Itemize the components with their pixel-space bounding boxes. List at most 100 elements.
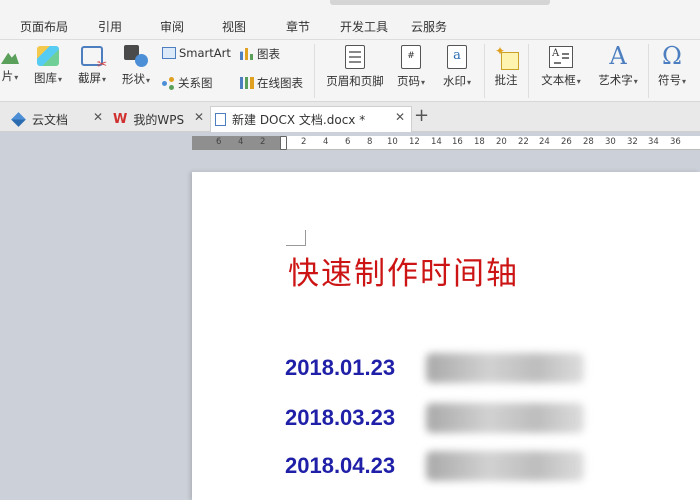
ruler-tick: 26 [561, 137, 572, 147]
ruler-tick: 22 [518, 137, 529, 147]
tab-cloud-docs[interactable]: 云文档 [11, 106, 69, 132]
wps-writer-window: 页面布局 引用 审阅 视图 章节 开发工具 云服务 片▾ 图库▾ 截屏▾ 形状▾… [0, 0, 700, 500]
blurred-entry-text [426, 353, 584, 383]
ruler-tick: 8 [367, 137, 373, 147]
timeline-entry: 2018.01.23 [285, 355, 395, 381]
ruler-tick: 30 [605, 137, 616, 147]
wordart-button[interactable]: A 艺术字▾ [592, 44, 644, 88]
ruler-tick: 6 [216, 137, 222, 147]
shape-icon [124, 45, 148, 67]
textbox-button[interactable]: 文本框▾ [535, 46, 587, 88]
page-corner-mark [286, 230, 306, 246]
tab-cloud-docs-label: 云文档 [32, 112, 69, 127]
page-number-button[interactable]: # 页码▾ [391, 45, 431, 89]
ribbon-separator [648, 44, 649, 98]
tab-my-wps[interactable]: W 我的WPS [113, 106, 184, 132]
title-bar-obscured [330, 0, 550, 5]
textbox-label: 文本框 [541, 73, 576, 87]
timeline-date: 2018.01.23 [285, 355, 396, 380]
ruler-tick: 18 [474, 137, 485, 147]
timeline-date: 2018.03.23 [285, 405, 396, 430]
symbol-button[interactable]: Ω 符号▾ [652, 44, 692, 88]
wordart-icon: A [609, 42, 627, 70]
tab-section[interactable]: 章节 [286, 18, 310, 35]
online-chart-button[interactable]: 在线图表 [240, 75, 303, 91]
ruler-tick: 16 [452, 137, 463, 147]
comment-icon [495, 44, 519, 70]
watermark-icon: a [447, 45, 467, 69]
close-icon[interactable]: ✕ [395, 110, 405, 124]
online-chart-label: 在线图表 [257, 76, 303, 90]
document-tab-bar: 云文档 ✕ W 我的WPS ✕ 新建 DOCX 文档.docx * ✕ + [0, 102, 700, 132]
smartart-icon [162, 47, 176, 59]
comment-button[interactable]: 批注 [490, 44, 522, 88]
header-footer-label: 页眉和页脚 [326, 74, 384, 88]
screenshot-icon [81, 46, 107, 71]
ribbon-separator [314, 44, 315, 98]
gallery-icon [37, 46, 59, 66]
watermark-button[interactable]: a 水印▾ [436, 45, 478, 89]
wps-logo-icon: W [113, 111, 128, 127]
ruler-tick: 36 [670, 137, 681, 147]
blurred-entry-text [426, 451, 584, 481]
tab-active-document-label: 新建 DOCX 文档.docx * [232, 113, 366, 127]
tab-review[interactable]: 审阅 [160, 18, 184, 35]
document-page[interactable]: 快速制作时间轴 2018.01.23 2018.03.23 2018.04.23 [192, 172, 700, 500]
page-number-label: 页码 [396, 74, 420, 88]
tab-page-layout[interactable]: 页面布局 [20, 18, 68, 35]
tab-cloud-service[interactable]: 云服务 [411, 18, 447, 35]
tab-my-wps-label: 我的WPS [133, 112, 185, 127]
omega-icon: Ω [662, 42, 682, 70]
dropdown-arrow-icon: ▾ [633, 77, 638, 86]
gallery-button[interactable]: 图库▾ [30, 46, 66, 86]
gallery-label: 图库 [33, 71, 57, 85]
new-tab-icon[interactable]: + [414, 105, 429, 126]
dropdown-arrow-icon: ▾ [681, 77, 686, 86]
screenshot-button[interactable]: 截屏▾ [72, 46, 112, 86]
chart-button[interactable]: 图表 [240, 46, 280, 62]
picture-label: 片 [1, 69, 14, 83]
docx-file-icon [215, 113, 226, 126]
shape-button[interactable]: 形状▾ [116, 45, 156, 87]
timeline-entry: 2018.04.23 [285, 453, 395, 479]
tab-view[interactable]: 视图 [222, 18, 246, 35]
ruler-tick: 20 [496, 137, 507, 147]
ruler-tick: 2 [260, 137, 266, 147]
indent-marker[interactable] [280, 136, 287, 150]
dropdown-arrow-icon: ▾ [101, 75, 106, 84]
page-number-icon: # [401, 45, 421, 69]
close-icon[interactable]: ✕ [194, 110, 204, 124]
picture-button[interactable]: 片▾ [0, 48, 22, 84]
timeline-date: 2018.04.23 [285, 453, 396, 478]
timeline-entry: 2018.03.23 [285, 405, 395, 431]
dropdown-arrow-icon: ▾ [14, 73, 19, 82]
ribbon-separator [528, 44, 529, 98]
comment-label: 批注 [494, 73, 518, 87]
relation-diagram-icon [162, 76, 175, 90]
textbox-icon [549, 46, 573, 68]
smartart-button[interactable]: SmartArt [162, 46, 231, 60]
header-footer-button[interactable]: 页眉和页脚 [323, 45, 387, 89]
tab-developer[interactable]: 开发工具 [340, 18, 388, 35]
chart-label: 图表 [257, 47, 280, 61]
tab-references[interactable]: 引用 [98, 18, 122, 35]
cloud-docs-icon [11, 111, 26, 127]
close-icon[interactable]: ✕ [93, 110, 103, 124]
relation-diagram-button[interactable]: 关系图 [162, 75, 213, 91]
ruler-tick: 32 [627, 137, 638, 147]
ruler-tick: 12 [409, 137, 420, 147]
dropdown-arrow-icon: ▾ [466, 78, 471, 87]
wordart-label: 艺术字 [598, 73, 633, 87]
shape-label: 形状 [121, 72, 145, 86]
ruler-tick: 2 [301, 137, 307, 147]
chart-icon [240, 48, 254, 60]
ruler-tick: 34 [648, 137, 659, 147]
smartart-label: SmartArt [179, 46, 231, 60]
ruler-tick: 4 [323, 137, 329, 147]
dropdown-arrow-icon: ▾ [145, 76, 150, 85]
dropdown-arrow-icon: ▾ [420, 78, 425, 87]
ruler-left-margin [192, 136, 282, 150]
tab-active-document[interactable]: 新建 DOCX 文档.docx * [210, 106, 412, 132]
picture-icon [1, 52, 19, 64]
horizontal-ruler[interactable]: 6 4 2 2 4 6 8 10 12 14 16 18 20 22 24 26… [192, 136, 700, 150]
